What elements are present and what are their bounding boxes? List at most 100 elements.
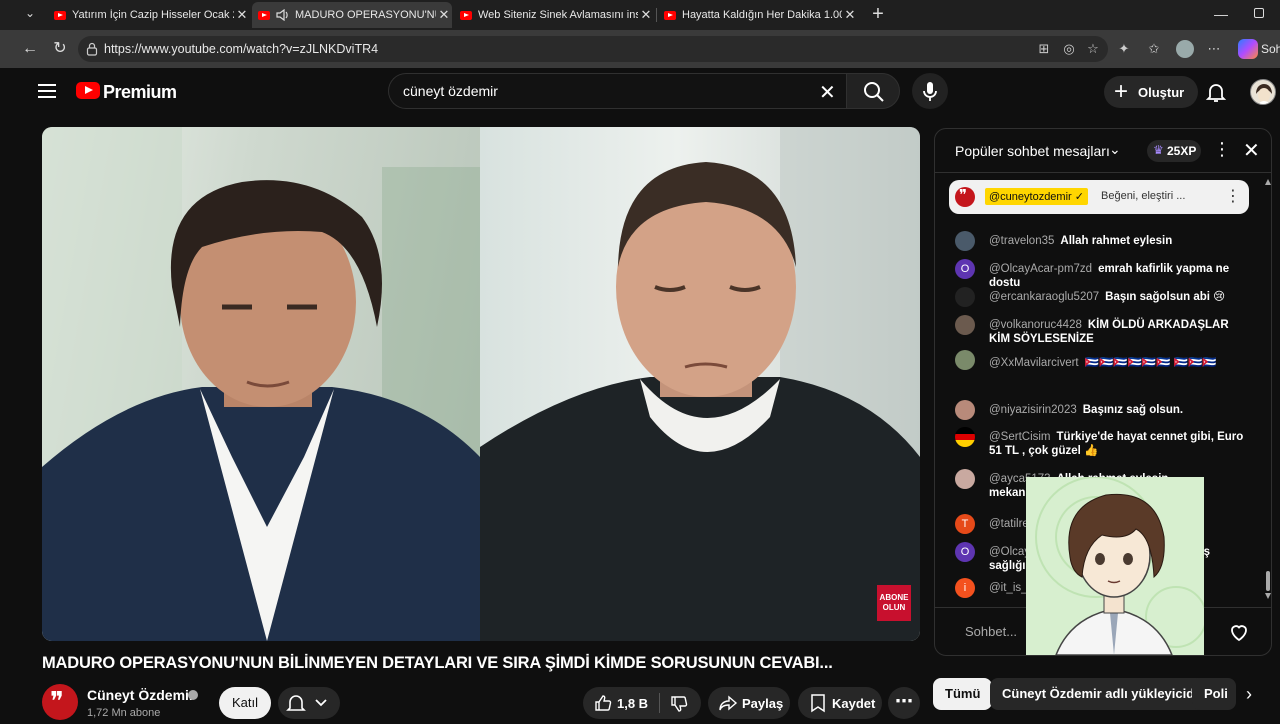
channel-avatar[interactable] xyxy=(42,684,78,720)
window-maximize-icon[interactable] xyxy=(1254,8,1264,18)
chat-text: Başın sağolsun abi 😢 xyxy=(1105,291,1226,303)
chat-avatar[interactable]: T xyxy=(955,514,975,534)
browser-tab-active[interactable]: MADURO OPERASYONU'NUN ✕ xyxy=(252,2,452,28)
crown-icon: ♛ xyxy=(1153,143,1164,157)
chat-avatar[interactable]: O xyxy=(955,259,975,279)
notifications-bell-icon[interactable] xyxy=(1204,80,1228,104)
chat-text: Allah rahmet eylesin xyxy=(1060,235,1173,247)
search-input[interactable]: cüneyt özdemir ✕ xyxy=(388,73,846,109)
chat-author[interactable]: @OlcayAcar-pm7zd xyxy=(989,263,1092,275)
bell-with-chevron-icon xyxy=(286,695,327,711)
tracking-prevention-icon[interactable]: ◎ xyxy=(1061,41,1077,57)
chip-from-uploader[interactable]: Cüneyt Özdemir adlı yükleyiciden xyxy=(990,678,1222,710)
user-avatar[interactable] xyxy=(1250,79,1276,105)
channel-name[interactable]: Cüneyt Özdemir xyxy=(87,687,194,703)
chat-author[interactable]: @travelon35 xyxy=(989,235,1054,247)
video-player[interactable]: ABONE OLUN xyxy=(42,127,920,641)
youtube-favicon-icon xyxy=(664,10,676,20)
site-info-icon[interactable] xyxy=(86,42,98,56)
extensions-puzzle-icon[interactable]: ✦ xyxy=(1116,41,1132,57)
youtube-header: Premium cüneyt özdemir ✕ + Oluştur xyxy=(14,68,1280,120)
xp-badge[interactable]: ♛ 25XP xyxy=(1147,140,1201,162)
save-label: Kaydet xyxy=(832,696,876,711)
like-divider xyxy=(659,693,660,713)
tab-close-icon[interactable]: ✕ xyxy=(638,7,654,23)
video-title: MADURO OPERASYONU'NUN BİLİNMEYEN DETAYLA… xyxy=(42,654,833,672)
new-tab-plus-icon[interactable]: + xyxy=(868,3,888,25)
video-frame-left-speaker xyxy=(42,127,480,641)
voice-search-button[interactable] xyxy=(912,73,948,109)
join-button[interactable]: Katıl xyxy=(219,687,271,719)
chat-avatar[interactable] xyxy=(955,350,975,370)
chat-scrollbar[interactable] xyxy=(1265,179,1271,599)
chat-avatar[interactable] xyxy=(955,315,975,335)
pinned-author: @cuneytozdemir ✓ xyxy=(985,188,1088,205)
search-button[interactable] xyxy=(846,73,900,109)
create-button[interactable]: + Oluştur xyxy=(1104,76,1198,108)
chat-mode-selector[interactable]: Popüler sohbet mesajları xyxy=(955,143,1110,159)
chat-author[interactable]: @volkanoruc4428 xyxy=(989,319,1082,331)
chat-author[interactable]: @ercankaraoglu5207 xyxy=(989,291,1099,303)
more-options-icon[interactable]: ⋯ xyxy=(1206,41,1222,57)
chat-author[interactable]: @niyazisirin2023 xyxy=(989,404,1077,416)
thumbs-down-icon[interactable] xyxy=(669,694,689,714)
chat-avatar[interactable] xyxy=(955,287,975,307)
tab-list-chevron-icon[interactable]: ⌄ xyxy=(20,6,40,24)
chat-author[interactable]: @tatilre xyxy=(989,518,1029,530)
youtube-logo-icon[interactable] xyxy=(76,82,100,99)
favorites-icon[interactable]: ✩ xyxy=(1146,41,1162,57)
more-actions-icon[interactable] xyxy=(888,687,920,719)
chat-avatar[interactable] xyxy=(955,400,975,420)
chat-input[interactable]: Sohbet... xyxy=(965,624,1017,639)
heart-reaction-icon[interactable] xyxy=(1227,620,1251,644)
notification-preferences-button[interactable] xyxy=(278,687,340,719)
clear-search-icon[interactable]: ✕ xyxy=(819,80,836,105)
chat-avatar[interactable] xyxy=(955,469,975,489)
browser-tab[interactable]: Hayatta Kaldığın Her Dakika 1.000 ✕ xyxy=(658,2,858,28)
like-count[interactable]: 1,8 B xyxy=(617,696,648,711)
chip-all[interactable]: Tümü xyxy=(933,678,993,710)
chat-author[interactable]: @Olcay xyxy=(989,546,1030,558)
chat-avatar[interactable]: i xyxy=(955,578,975,598)
reload-icon[interactable]: ↻ xyxy=(50,39,70,59)
search-query-text: cüneyt özdemir xyxy=(403,83,498,99)
subscriber-count: 1,72 Mn abone xyxy=(87,707,161,719)
share-button[interactable]: Paylaş xyxy=(708,687,790,719)
pinned-message[interactable]: @cuneytozdemir ✓ Beğeni, eleştiri ... ⋮ xyxy=(949,180,1249,214)
back-arrow-icon[interactable]: ← xyxy=(20,39,40,59)
youtube-premium-brand[interactable]: Premium xyxy=(103,82,177,103)
search-icon xyxy=(864,82,884,102)
chat-avatar[interactable] xyxy=(955,231,975,251)
create-label: Oluştur xyxy=(1138,85,1185,100)
chat-author[interactable]: @SertCisim xyxy=(989,431,1051,443)
chat-avatar[interactable]: O xyxy=(955,542,975,562)
thumbs-up-icon[interactable] xyxy=(593,693,613,713)
copilot-label[interactable]: Soh xyxy=(1261,42,1280,56)
apps-grid-icon[interactable]: ⊞ xyxy=(1036,41,1052,57)
browser-profile-avatar[interactable] xyxy=(1176,40,1194,58)
window-minimize-icon[interactable]: — xyxy=(1214,6,1228,22)
tab-close-icon[interactable]: ✕ xyxy=(842,7,858,23)
chat-text: 🇨🇺🇨🇺🇨🇺🇨🇺🇨🇺🇨🇺 🇨🇺🇨🇺🇨🇺 xyxy=(1084,357,1217,369)
chevron-down-icon[interactable]: ⌄ xyxy=(1109,141,1121,158)
close-chat-icon[interactable]: ✕ xyxy=(1243,138,1260,163)
chat-author[interactable]: @XxMavilarcivert xyxy=(989,357,1079,369)
hamburger-menu-icon[interactable] xyxy=(38,84,56,98)
pinned-menu-icon[interactable]: ⋮ xyxy=(1225,186,1241,206)
chip-politics[interactable]: Poli xyxy=(1192,678,1236,710)
favorite-star-icon[interactable]: ☆ xyxy=(1085,41,1101,57)
tab-close-icon[interactable]: ✕ xyxy=(436,7,452,23)
save-button[interactable]: Kaydet xyxy=(798,687,882,719)
browser-tab[interactable]: Web Siteniz Sinek Avlamasını insta ✕ xyxy=(454,2,654,28)
subscribe-overlay-badge[interactable]: ABONE OLUN xyxy=(877,585,911,621)
flag-avatar-icon[interactable] xyxy=(955,427,975,447)
tab-close-icon[interactable]: ✕ xyxy=(234,7,250,23)
chat-menu-icon[interactable]: ⋮ xyxy=(1213,139,1231,160)
speaker-icon[interactable] xyxy=(276,9,290,21)
browser-tab[interactable]: Yatırım İçin Cazip Hisseler Ocak 20 ✕ xyxy=(48,2,250,28)
copilot-icon[interactable] xyxy=(1238,39,1258,59)
chevron-right-icon[interactable]: › xyxy=(1246,684,1252,705)
tab-title: Yatırım İçin Cazip Hisseler Ocak 20 xyxy=(72,9,234,21)
address-bar[interactable]: https://www.youtube.com/watch?v=zJLNKDvi… xyxy=(78,36,1108,62)
microphone-icon xyxy=(923,82,937,101)
